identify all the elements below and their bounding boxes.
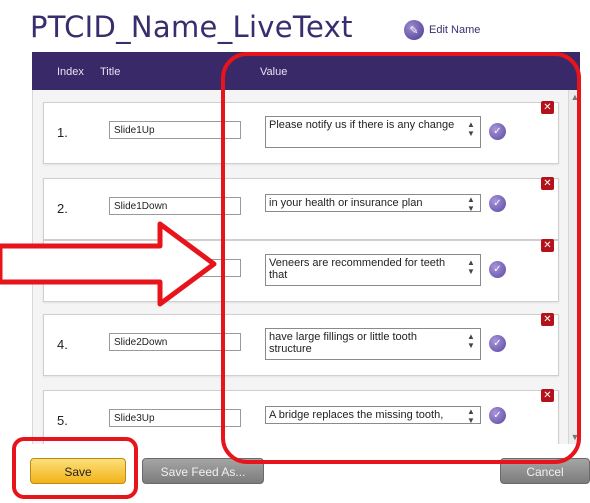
up-down-arrows-icon[interactable]: ▲ ▼: [465, 407, 477, 425]
scrollbar[interactable]: ▲ ▼: [568, 90, 581, 444]
pencil-icon: ✎: [404, 20, 424, 40]
edit-name-button[interactable]: ✎ Edit Name: [404, 20, 480, 40]
scroll-down-icon[interactable]: ▼: [569, 430, 581, 444]
rows-list[interactable]: 1. Slide1Up Please notify us if there is…: [32, 90, 581, 444]
title-bar: PTCID_Name_LiveText ✎ Edit Name: [0, 0, 590, 52]
table-row: 3. Slide2Up Veneers are recommended for …: [43, 239, 559, 302]
row-index: 5.: [57, 413, 68, 428]
delete-x-icon[interactable]: ✕: [541, 313, 554, 326]
table-row: 5. Slide3Up A bridge replaces the missin…: [43, 389, 559, 444]
header-index: Index: [57, 66, 84, 78]
value-input[interactable]: A bridge replaces the missing tooth, ▲ ▼: [265, 406, 481, 425]
header-title: Title: [100, 66, 121, 78]
row-index: 4.: [57, 337, 68, 352]
page-title: PTCID_Name_LiveText: [30, 10, 353, 44]
delete-x-icon[interactable]: ✕: [541, 101, 554, 114]
delete-x-icon[interactable]: ✕: [541, 239, 554, 252]
check-circle-icon[interactable]: ✓: [489, 123, 506, 140]
scroll-up-icon[interactable]: ▲: [569, 90, 581, 104]
title-input[interactable]: Slide1Up: [109, 121, 241, 139]
table-row: 2. Slide1Down in your health or insuranc…: [43, 177, 559, 240]
title-input[interactable]: Slide1Down: [109, 197, 241, 215]
save-button[interactable]: Save: [30, 458, 126, 484]
check-circle-icon[interactable]: ✓: [489, 261, 506, 278]
edit-name-label: Edit Name: [429, 24, 481, 36]
value-input[interactable]: Please notify us if there is any change …: [265, 116, 481, 148]
title-input[interactable]: Slide3Up: [109, 409, 241, 427]
value-text: A bridge replaces the missing tooth,: [269, 409, 444, 421]
row-index: 1.: [57, 125, 68, 140]
value-input[interactable]: Veneers are recommended for teeth that ▲…: [265, 254, 481, 286]
header-value: Value: [260, 66, 288, 78]
delete-x-icon[interactable]: ✕: [541, 389, 554, 402]
up-down-arrows-icon[interactable]: ▲ ▼: [465, 120, 477, 138]
up-down-arrows-icon[interactable]: ▲ ▼: [465, 258, 477, 276]
check-circle-icon[interactable]: ✓: [489, 335, 506, 352]
table-header: Index Title Value: [32, 52, 580, 90]
check-circle-icon[interactable]: ✓: [489, 407, 506, 424]
up-down-arrows-icon[interactable]: ▲ ▼: [465, 195, 477, 213]
check-circle-icon[interactable]: ✓: [489, 195, 506, 212]
value-text: Veneers are recommended for teeth that: [269, 257, 446, 281]
delete-x-icon[interactable]: ✕: [541, 177, 554, 190]
value-text: in your health or insurance plan: [269, 197, 423, 209]
value-text: have large fillings or little tooth stru…: [269, 331, 417, 355]
save-feed-as-button[interactable]: Save Feed As...: [142, 458, 264, 484]
row-index: 3.: [57, 263, 68, 278]
up-down-arrows-icon[interactable]: ▲ ▼: [465, 332, 477, 350]
title-input[interactable]: Slide2Down: [109, 333, 241, 351]
table-row: 4. Slide2Down have large fillings or lit…: [43, 313, 559, 376]
value-input[interactable]: in your health or insurance plan ▲ ▼: [265, 194, 481, 213]
cancel-button[interactable]: Cancel: [500, 458, 590, 484]
value-input[interactable]: have large fillings or little tooth stru…: [265, 328, 481, 360]
row-index: 2.: [57, 201, 68, 216]
table-row: 1. Slide1Up Please notify us if there is…: [43, 101, 559, 164]
value-text: Please notify us if there is any change: [269, 119, 455, 131]
title-input[interactable]: Slide2Up: [109, 259, 241, 277]
